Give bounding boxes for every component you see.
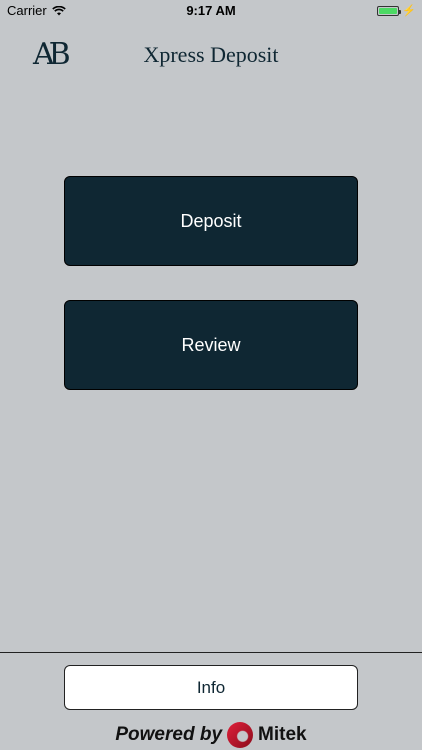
page-title: Xpress Deposit <box>143 42 279 67</box>
mitek-brand: Mitek <box>258 724 307 745</box>
info-button[interactable]: Info <box>64 665 358 710</box>
deposit-button[interactable]: Deposit <box>64 176 358 266</box>
battery-group: ⚡ <box>377 4 416 17</box>
powered-by-mitek: Powered by Mitek <box>0 720 422 750</box>
battery-icon <box>377 5 402 16</box>
footer-divider <box>0 652 422 653</box>
status-time: 9:17 AM <box>186 3 236 18</box>
status-bar: Carrier 9:17 AM ⚡ <box>0 0 422 22</box>
info-button-label: Info <box>196 677 226 697</box>
nav-bar: AB Xpress Deposit <box>0 22 422 86</box>
charging-bolt-icon: ⚡ <box>402 5 416 17</box>
deposit-button-label: Deposit <box>180 210 242 231</box>
battery-fill <box>379 7 398 14</box>
powered-by-label: Powered by <box>115 724 223 745</box>
review-button[interactable]: Review <box>64 300 358 390</box>
mitek-logo-icon <box>227 722 254 748</box>
review-button-label: Review <box>181 334 241 355</box>
